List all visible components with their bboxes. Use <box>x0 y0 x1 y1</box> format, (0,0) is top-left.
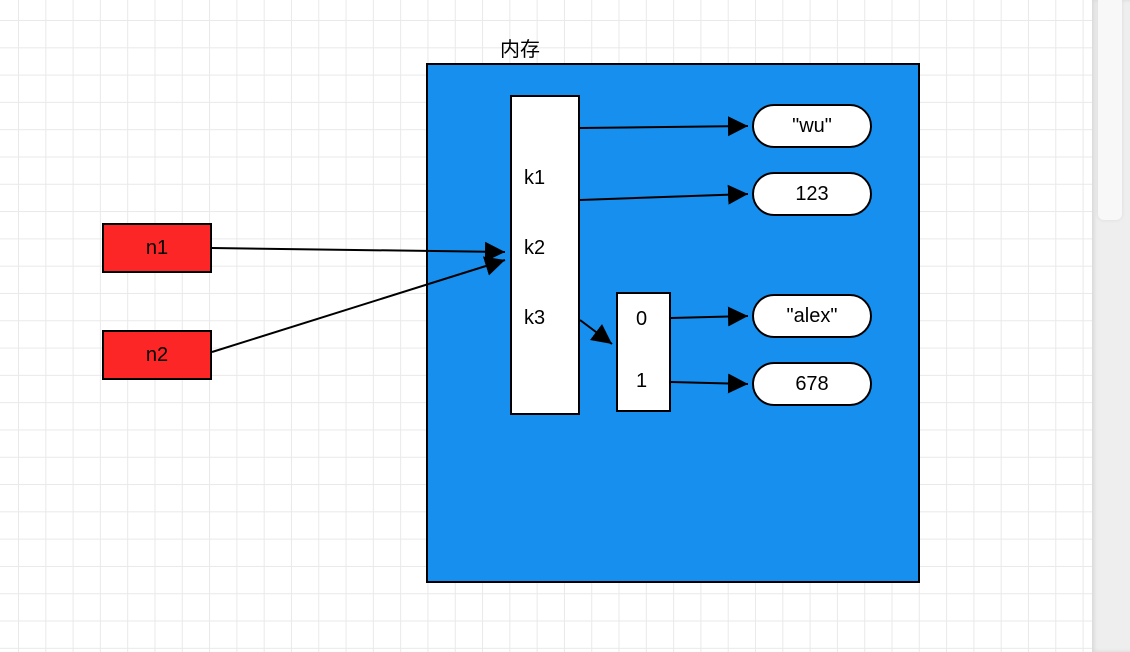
memory-title: 内存 <box>500 33 540 62</box>
value-wu-box: "wu" <box>752 104 872 148</box>
key-k1-label: k1 <box>524 167 545 190</box>
value-wu-text: "wu" <box>792 115 832 138</box>
side-scroll-thumb <box>1098 0 1122 220</box>
value-678-text: 678 <box>795 373 828 396</box>
value-alex-box: "alex" <box>752 294 872 338</box>
value-alex-text: "alex" <box>787 305 838 328</box>
var-n1-box: n1 <box>102 223 212 273</box>
diagram-canvas: 内存 n1 n2 k1 k2 k3 0 1 "wu" 123 "alex" 67… <box>0 0 1130 652</box>
var-n2-box: n2 <box>102 330 212 380</box>
index-0-label: 0 <box>636 308 647 331</box>
value-123-box: 123 <box>752 172 872 216</box>
side-panel <box>1092 0 1130 652</box>
value-123-text: 123 <box>795 183 828 206</box>
var-n2-label: n2 <box>146 344 168 367</box>
key-k2-label: k2 <box>524 237 545 260</box>
value-678-box: 678 <box>752 362 872 406</box>
key-k3-label: k3 <box>524 307 545 330</box>
var-n1-label: n1 <box>146 237 168 260</box>
index-1-label: 1 <box>636 370 647 393</box>
